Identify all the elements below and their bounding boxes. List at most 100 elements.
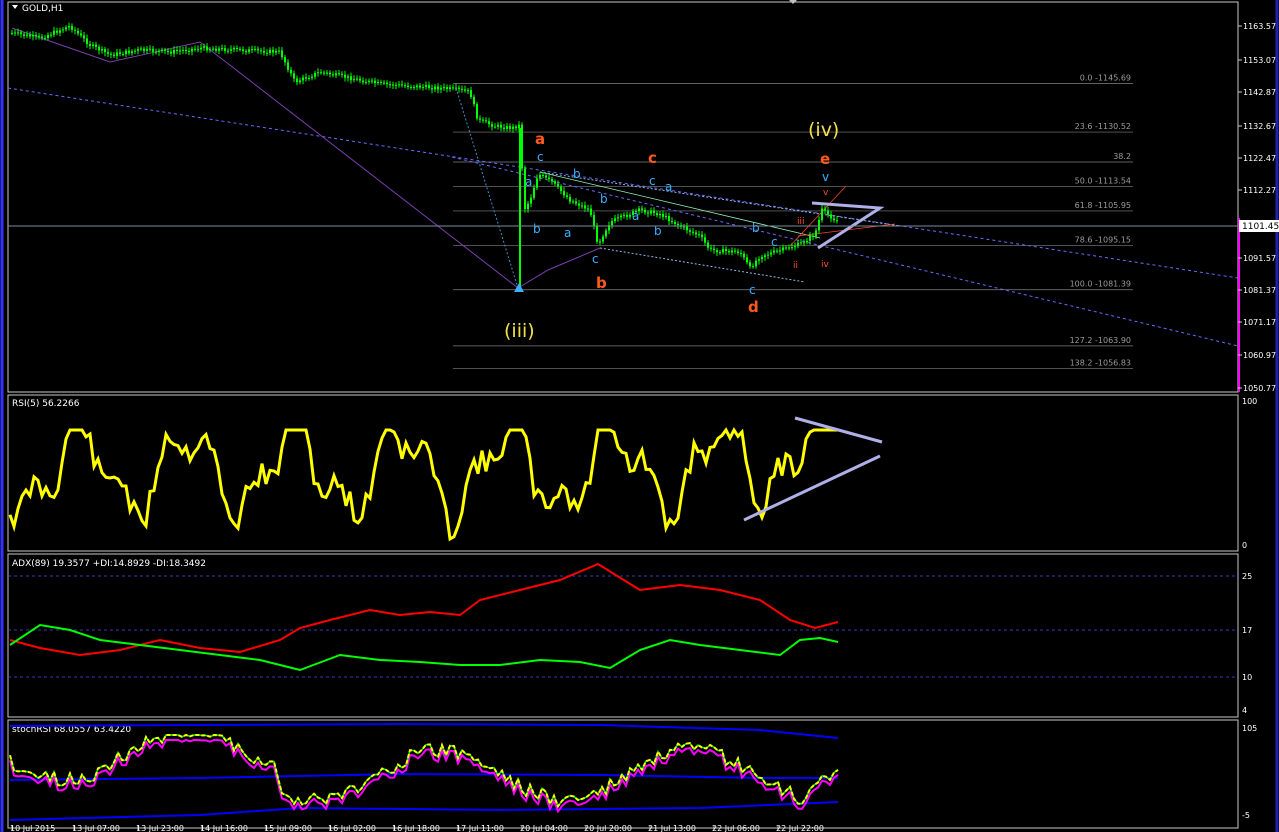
- candle-body: [719, 252, 721, 254]
- candle-body: [311, 76, 313, 78]
- candle-body: [275, 50, 277, 53]
- stoch-signal-line: [9, 738, 839, 814]
- price-axis: 1163.57 1153.07 1142.87 1132.67 1122.47 1112.…: [1238, 22, 1276, 393]
- adx-tick-label: 10: [1242, 673, 1252, 682]
- candle-body: [35, 34, 37, 36]
- candle-body: [425, 85, 427, 87]
- candle-body: [707, 242, 709, 248]
- candle-body: [605, 230, 607, 237]
- candle-body: [731, 250, 733, 253]
- candle-body: [344, 74, 346, 78]
- candle-body: [191, 48, 193, 52]
- candle-body: [257, 48, 259, 51]
- candle-body: [251, 49, 253, 51]
- candle-body: [500, 124, 502, 128]
- candle-body: [11, 32, 13, 34]
- candle-body: [668, 215, 670, 222]
- fib-level-label: 23.6 -1130.52: [1075, 122, 1131, 131]
- fib-level-label: 61.8 -1105.95: [1075, 201, 1131, 210]
- fib-level-label: 38.2: [1113, 152, 1131, 161]
- candle-body: [50, 34, 52, 36]
- candle-body: [557, 183, 559, 187]
- candle-body: [830, 214, 832, 219]
- candle-body: [443, 87, 445, 89]
- candle-body: [488, 121, 490, 125]
- candle-body: [599, 241, 601, 243]
- candle-body: [620, 215, 622, 218]
- candle-body: [176, 49, 178, 52]
- candle-body: [206, 46, 208, 51]
- candle-body: [560, 186, 562, 192]
- price-tick-label: 1163.57: [1243, 22, 1276, 31]
- candle-body: [296, 78, 298, 83]
- candle-body: [569, 197, 571, 202]
- candle-body: [308, 77, 310, 79]
- candle-body: [17, 32, 19, 34]
- symbol-menu-icon[interactable]: [12, 5, 18, 9]
- candle-body: [581, 205, 583, 207]
- wave-minor-label: a: [665, 180, 672, 194]
- candle-body: [578, 203, 580, 206]
- candle-body: [530, 197, 532, 204]
- candle-body: [68, 26, 70, 28]
- candle-body: [260, 50, 262, 52]
- candle-body: [746, 257, 748, 263]
- candle-body: [218, 48, 220, 51]
- candle-body: [671, 221, 673, 223]
- candle-body: [749, 262, 751, 267]
- candle-body: [80, 33, 82, 36]
- candle-body: [740, 252, 742, 254]
- candle-body: [212, 48, 214, 50]
- chart-canvas: GOLD,H1 RSI(5) 56.2266 ADX(89) 19.3577 +…: [0, 0, 1279, 832]
- candle-body: [269, 49, 271, 54]
- candle-body: [149, 48, 151, 50]
- candle-body: [77, 30, 79, 34]
- wave-minor-label: a: [632, 209, 639, 223]
- candle-body: [614, 218, 616, 222]
- candle-body: [422, 86, 424, 88]
- candle-body: [527, 203, 529, 210]
- candle-body: [659, 214, 661, 216]
- wave-minor-label: b: [573, 167, 581, 181]
- candle-body: [548, 177, 550, 179]
- candle-body: [647, 212, 649, 214]
- wave-subminor-label: v: [823, 188, 829, 198]
- candle-body: [221, 48, 223, 50]
- price-candles: [11, 22, 838, 292]
- candle-body: [386, 82, 388, 85]
- candle-body: [815, 230, 817, 237]
- adx-label: ADX(89) 19.3577 +DI:14.8929 -DI:18.3492: [12, 559, 206, 569]
- wave-minor-label: b: [752, 221, 760, 235]
- wave-a-label: a: [535, 130, 545, 148]
- wave-minor-label: a: [564, 226, 571, 240]
- candle-body: [20, 32, 22, 35]
- candle-body: [371, 80, 373, 82]
- candle-body: [752, 266, 754, 268]
- candle-body: [413, 86, 415, 88]
- candle-body: [776, 250, 778, 252]
- candle-body: [551, 178, 553, 182]
- candle-body: [128, 50, 130, 54]
- candle-body: [392, 84, 394, 86]
- candle-body: [143, 48, 145, 51]
- candle-body: [263, 51, 265, 53]
- candle-body: [794, 246, 796, 248]
- candle-body: [272, 49, 274, 53]
- stoch-mid-band: [9, 772, 838, 781]
- price-tick-label: 1142.87: [1243, 88, 1276, 97]
- wave-minor-label: c: [771, 235, 778, 249]
- candle-body: [116, 52, 118, 56]
- price-tick-label: 1122.47: [1243, 154, 1276, 163]
- candle-body: [791, 247, 793, 249]
- candle-body: [26, 34, 28, 36]
- rsi-triangle-lower: [743, 454, 881, 522]
- candle-body: [437, 86, 439, 90]
- candle-body: [626, 214, 628, 217]
- candle-body: [71, 26, 73, 30]
- time-tick-label: 17 Jul 11:00: [456, 824, 504, 832]
- candle-body: [317, 72, 319, 74]
- candle-body: [482, 119, 484, 121]
- candle-body: [491, 124, 493, 127]
- candle-body: [563, 191, 565, 196]
- candle-body: [23, 34, 25, 36]
